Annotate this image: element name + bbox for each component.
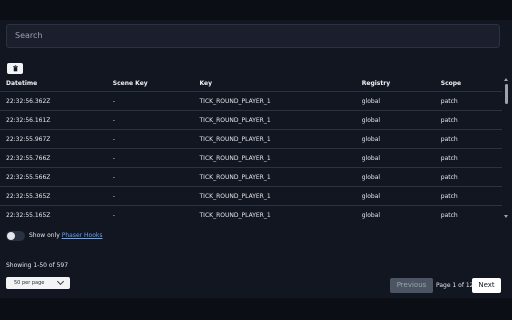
cell-datetime: 22:32:55.766Z — [0, 148, 113, 168]
cell-scene-key: - — [112, 148, 200, 168]
cell-registry: global — [361, 110, 441, 130]
column-header-registry[interactable]: Registry — [362, 76, 441, 92]
table-row[interactable]: 22:32:55.766Z - TICK_ROUND_PLAYER_1 glob… — [0, 148, 502, 168]
scroll-down-arrow-icon[interactable] — [504, 215, 508, 218]
cell-registry: global — [361, 205, 441, 220]
table-row[interactable]: 22:32:56.362Z - TICK_ROUND_PLAYER_1 glob… — [0, 91, 502, 111]
toggle-knob — [7, 232, 15, 240]
cell-scene-key: - — [112, 129, 200, 149]
cell-scene-key: - — [112, 110, 200, 130]
column-header-datetime[interactable]: Datetime — [0, 76, 113, 92]
table-row[interactable]: 22:32:55.365Z - TICK_ROUND_PLAYER_1 glob… — [0, 186, 502, 206]
cell-registry: global — [361, 129, 441, 149]
cell-scope: patch — [440, 205, 502, 220]
cell-key: TICK_ROUND_PLAYER_1 — [199, 110, 362, 130]
cell-scope: patch — [440, 91, 502, 111]
cell-key: TICK_ROUND_PLAYER_1 — [199, 167, 362, 187]
cell-datetime: 22:32:55.165Z — [0, 205, 113, 220]
cell-key: TICK_ROUND_PLAYER_1 — [199, 186, 362, 206]
column-header-scene-key[interactable]: Scene Key — [113, 76, 200, 92]
cell-registry: global — [361, 167, 441, 187]
cell-key: TICK_ROUND_PLAYER_1 — [199, 148, 362, 168]
cell-datetime: 22:32:56.161Z — [0, 110, 113, 130]
hooks-panel: Search Datetime Scene Key Key Registry S… — [0, 20, 512, 298]
results-count: Showing 1-50 of 597 — [6, 262, 69, 269]
search-placeholder: Search — [15, 31, 43, 40]
cell-scene-key: - — [112, 186, 200, 206]
phaser-hooks-link[interactable]: Phaser Hooks — [62, 232, 103, 239]
cell-scene-key: - — [112, 91, 200, 111]
cell-datetime: 22:32:55.566Z — [0, 167, 113, 187]
trash-icon — [12, 65, 18, 72]
toggle-label: Show only Phaser Hooks — [29, 232, 102, 239]
column-header-key[interactable]: Key — [200, 76, 362, 92]
per-page-value: 50 per page — [14, 280, 45, 286]
chevron-down-icon — [56, 277, 65, 286]
cell-registry: global — [361, 148, 441, 168]
cell-key: TICK_ROUND_PLAYER_1 — [199, 205, 362, 220]
cell-datetime: 22:32:55.967Z — [0, 129, 113, 149]
cell-scope: patch — [440, 167, 502, 187]
cell-registry: global — [361, 91, 441, 111]
scroll-up-arrow-icon[interactable] — [504, 78, 508, 81]
per-page-select[interactable]: 50 per page — [6, 277, 70, 289]
cell-datetime: 22:32:56.362Z — [0, 91, 113, 111]
cell-scope: patch — [440, 148, 502, 168]
cell-scene-key: - — [112, 205, 200, 220]
cell-key: TICK_ROUND_PLAYER_1 — [199, 129, 362, 149]
table-row[interactable]: 22:32:55.165Z - TICK_ROUND_PLAYER_1 glob… — [0, 205, 502, 220]
previous-button[interactable]: Previous — [390, 278, 433, 293]
phaser-hooks-toggle[interactable] — [6, 231, 25, 241]
cell-scope: patch — [440, 110, 502, 130]
table-scrollbar[interactable] — [504, 77, 510, 220]
cell-scope: patch — [440, 129, 502, 149]
table-row[interactable]: 22:32:56.161Z - TICK_ROUND_PLAYER_1 glob… — [0, 110, 502, 130]
cell-registry: global — [361, 186, 441, 206]
cell-scene-key: - — [112, 167, 200, 187]
table-header-row: Datetime Scene Key Key Registry Scope — [0, 76, 502, 92]
cell-key: TICK_ROUND_PLAYER_1 — [199, 91, 362, 111]
cell-scope: patch — [440, 186, 502, 206]
toggle-label-text: Show only — [29, 232, 60, 239]
cell-datetime: 22:32:55.365Z — [0, 186, 113, 206]
page-info: Page 1 of 12 — [436, 282, 474, 289]
next-button[interactable]: Next — [472, 278, 501, 293]
scroll-thumb[interactable] — [505, 84, 508, 104]
table-row[interactable]: 22:32:55.967Z - TICK_ROUND_PLAYER_1 glob… — [0, 129, 502, 149]
search-input[interactable]: Search — [6, 24, 500, 48]
table-row[interactable]: 22:32:55.566Z - TICK_ROUND_PLAYER_1 glob… — [0, 167, 502, 187]
clear-button[interactable] — [7, 63, 23, 74]
events-table: Datetime Scene Key Key Registry Scope 22… — [0, 76, 512, 220]
column-header-scope[interactable]: Scope — [441, 76, 502, 92]
